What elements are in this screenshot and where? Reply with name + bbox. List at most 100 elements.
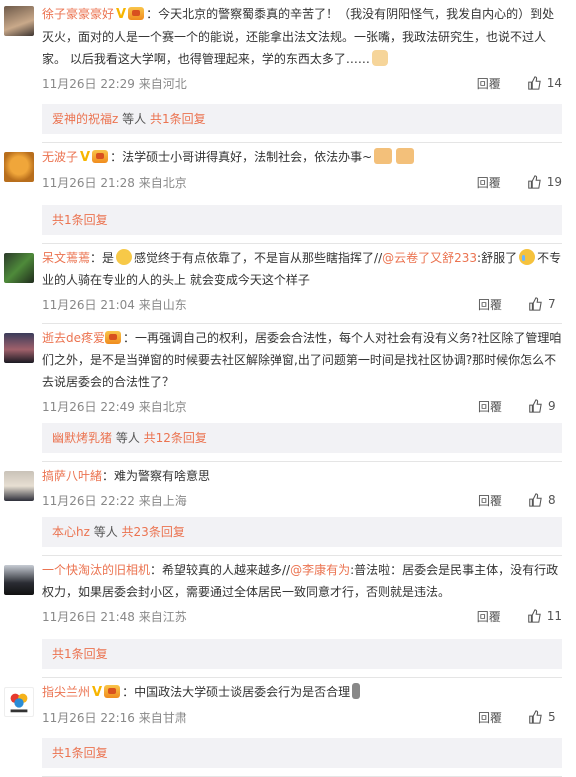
more-replies-link[interactable]: 共1条回复 [52, 746, 108, 760]
username[interactable]: 一个快淘汰的旧相机 [42, 563, 150, 577]
thumb-up-icon [529, 710, 542, 724]
reply-button[interactable]: 回覆 [477, 174, 505, 191]
avatar[interactable] [4, 565, 34, 595]
verified-icon: V [92, 685, 103, 700]
sub-reply-user[interactable]: 本心hz [52, 525, 90, 539]
comment-meta: 11月26日 21:28 来自北京 回覆 19 [42, 171, 562, 193]
thumb-up-icon [527, 609, 541, 623]
username[interactable]: 指尖兰州 [42, 685, 90, 699]
sub-replies: 幽默烤乳猪 等人 共12条回复 [42, 423, 562, 453]
comment-meta: 11月26日 22:29 来自河北 回覆 14 [42, 72, 562, 94]
verified-icon: V [80, 150, 91, 165]
comment-content: ：希望较真的人越来越多// [150, 563, 291, 577]
avatar[interactable] [4, 687, 34, 717]
timestamp: 11月26日 21:28 来自北京 [42, 175, 187, 190]
comment-content: :舒服了 [477, 251, 518, 265]
username[interactable]: 无波子 [42, 150, 78, 164]
reply-button[interactable]: 回覆 [477, 75, 505, 92]
comment-item: 搞萨八叶緒：难为警察有啥意思 11月26日 22:22 来自上海 回覆 8 本心… [0, 462, 576, 556]
comment-meta: 11月26日 22:22 来自上海 回覆 8 [42, 489, 562, 511]
reply-button[interactable]: 回覆 [477, 608, 505, 625]
more-replies-link[interactable]: 共23条回复 [122, 525, 185, 539]
avatar[interactable] [4, 333, 34, 363]
comment-item: 无波子 V ：法学硕士小哥讲得真好，法制社会，依法办事~ 11月26日 21:28 … [0, 143, 576, 244]
clap-emoji-icon [396, 148, 415, 164]
comment-text: 呆文蔫蔫：是 感觉终于有点依靠了，不是盲从那些瞎指挥了//@云卷了又舒233:舒服… [42, 247, 562, 291]
sub-replies: 共1条回复 [42, 205, 562, 235]
cry-emoji-icon [519, 249, 536, 265]
more-replies-link[interactable]: 共1条回复 [52, 213, 108, 227]
avatar[interactable] [4, 152, 34, 182]
comment-text: 指尖兰州 V ：中国政法大学硕士谈居委会行为是否合理 [42, 681, 562, 704]
like-count: 19 [546, 175, 562, 189]
sub-reply-user[interactable]: 爱神的祝福z [52, 112, 118, 126]
comment-meta: 11月26日 21:04 来自山东 回覆 7 [42, 293, 562, 315]
comment-text: 无波子 V ：法学硕士小哥讲得真好，法制社会，依法办事~ [42, 146, 562, 169]
like-button[interactable]: 14 [527, 76, 562, 90]
thumb-up-icon [529, 399, 542, 413]
like-button[interactable]: 8 [528, 493, 562, 507]
like-count: 14 [546, 76, 562, 90]
clap-emoji-icon [374, 148, 393, 164]
like-button[interactable]: 7 [528, 297, 562, 311]
timestamp: 11月26日 22:16 来自甘肃 [42, 710, 187, 725]
username[interactable]: 搞萨八叶緒 [42, 469, 102, 483]
reply-button[interactable]: 回覆 [478, 398, 506, 415]
like-count: 9 [548, 399, 556, 413]
sub-replies: 共1条回复 [42, 639, 562, 669]
thumb-up-icon [527, 175, 541, 189]
more-replies-link[interactable]: 共1条回复 [150, 112, 206, 126]
sub-replies: 本心hz 等人 共23条回复 [42, 517, 562, 547]
comment-content: ：法学硕士小哥讲得真好，法制社会，依法办事~ [110, 150, 373, 164]
avatar[interactable] [4, 253, 34, 283]
username[interactable]: 呆文蔫蔫 [42, 251, 90, 265]
microphone-icon [352, 683, 361, 699]
reply-button[interactable]: 回覆 [478, 296, 506, 313]
comment-item: 一个快淘汰的旧相机：希望较真的人越来越多//@李康有为:普法啦：居委会是民事主体… [0, 556, 576, 678]
comment-text: 徐子豪豪豪好 V ：今天北京的警察蜀黍真的辛苦了！（我没有阴阳怪气，我发自内心的）到… [42, 3, 562, 70]
like-button[interactable]: 11 [527, 609, 562, 623]
timestamp: 11月26日 21:48 来自江苏 [42, 609, 187, 624]
reply-button[interactable]: 回覆 [478, 492, 506, 509]
like-button[interactable]: 19 [527, 175, 562, 189]
more-replies-link[interactable]: 共1条回复 [52, 647, 108, 661]
level-badge-icon [105, 331, 122, 344]
sub-replies: 共1条回复 [42, 738, 562, 768]
cat-emoji-icon [371, 50, 388, 66]
comment-text: 搞萨八叶緒：难为警察有啥意思 [42, 465, 562, 487]
username[interactable]: 徐子豪豪豪好 [42, 7, 114, 21]
comment-meta: 11月26日 22:49 来自北京 回覆 9 [42, 395, 562, 417]
avatar[interactable] [4, 6, 34, 36]
timestamp: 11月26日 22:29 来自河北 [42, 76, 187, 91]
sub-reply-text: 等人 [112, 431, 144, 445]
brand-logo-icon [10, 693, 28, 713]
timestamp: 11月26日 21:04 来自山东 [42, 297, 187, 312]
comment-content: ：难为警察有啥意思 [102, 469, 211, 483]
like-count: 8 [548, 493, 556, 507]
sub-reply-text: 等人 [89, 525, 122, 539]
sub-reply-user[interactable]: 幽默烤乳猪 [52, 431, 112, 445]
like-count: 5 [548, 710, 556, 724]
username[interactable]: 逝去de疼爱 [42, 331, 105, 345]
thumb-up-icon [529, 297, 542, 311]
level-badge-icon [128, 7, 145, 20]
mention-link[interactable]: @李康有为 [290, 563, 350, 577]
comment-text: 逝去de疼爱 ：一再强调自己的权利，居委会合法性，每个人对社会有没有义务?社区除了… [42, 327, 562, 393]
like-count: 11 [546, 609, 562, 623]
comment-meta: 11月26日 22:16 来自甘肃 回覆 5 [42, 706, 562, 728]
level-badge-icon [104, 685, 121, 698]
comment-item: 逝去de疼爱 ：一再强调自己的权利，居委会合法性，每个人对社会有没有义务?社区除了… [0, 324, 576, 462]
mention-link[interactable]: @云卷了又舒233 [382, 251, 477, 265]
timestamp: 11月26日 22:49 来自北京 [42, 399, 187, 414]
sub-replies: 爱神的祝福z 等人 共1条回复 [42, 104, 562, 134]
level-badge-icon [92, 150, 109, 163]
reply-button[interactable]: 回覆 [478, 709, 506, 726]
more-replies-link[interactable]: 共12条回复 [144, 431, 207, 445]
like-button[interactable]: 9 [528, 399, 562, 413]
avatar[interactable] [4, 471, 34, 501]
smile-emoji-icon [116, 249, 133, 265]
thumb-up-icon [527, 76, 541, 90]
like-button[interactable]: 5 [528, 710, 562, 724]
thumb-up-icon [529, 493, 542, 507]
like-count: 7 [548, 297, 556, 311]
